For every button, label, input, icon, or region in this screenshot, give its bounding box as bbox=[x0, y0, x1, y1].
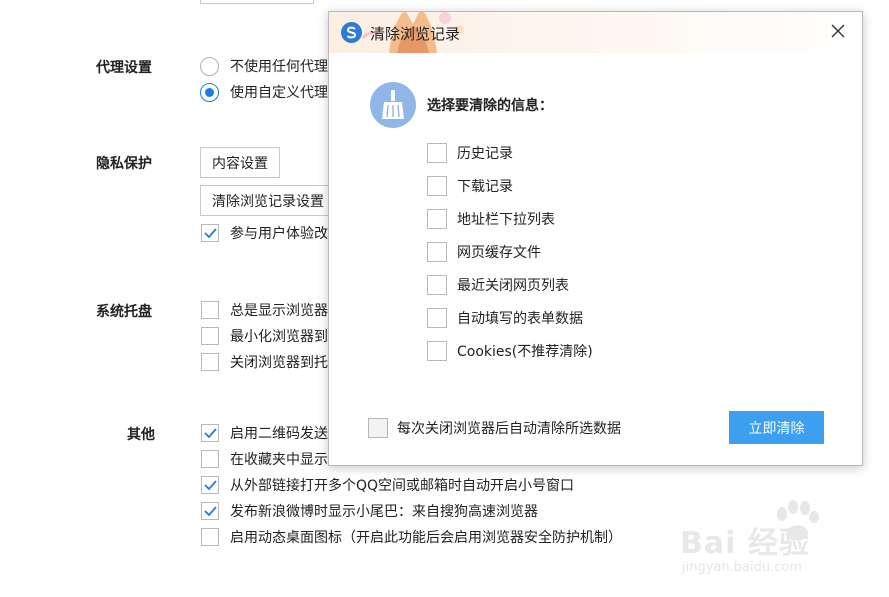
other-item[interactable]: 启用动态桌面图标（开启此功能后会启用浏览器安全防护机制） bbox=[201, 527, 622, 547]
proxy-option-none[interactable]: 不使用任何代理 bbox=[200, 56, 328, 76]
radio-button[interactable] bbox=[200, 56, 219, 76]
option-label: 最近关闭网页列表 bbox=[457, 278, 569, 294]
checkbox[interactable] bbox=[201, 224, 219, 242]
proxy-section-label: 代理设置 bbox=[96, 60, 152, 76]
checkbox-label: 关闭浏览器到托 bbox=[230, 355, 328, 371]
other-section-label: 其他 bbox=[127, 427, 155, 443]
clear-history-settings-button[interactable]: 清除浏览记录设置 bbox=[200, 185, 340, 216]
check-icon bbox=[203, 428, 217, 438]
clear-option-cache[interactable]: 网页缓存文件 bbox=[427, 242, 541, 262]
checkbox-label: 在收藏夹中显示 bbox=[230, 452, 328, 468]
radio-label: 使用自定义代理 bbox=[230, 85, 328, 101]
dialog-heading: 选择要清除的信息： bbox=[427, 98, 553, 114]
checkbox[interactable] bbox=[427, 308, 447, 328]
option-label: 下载记录 bbox=[457, 179, 513, 195]
other-item[interactable]: 发布新浪微博时显示小尾巴：来自搜狗高速浏览器 bbox=[201, 501, 538, 521]
dialog-title: 清除浏览记录 bbox=[370, 25, 461, 43]
radio-button-selected[interactable] bbox=[200, 82, 219, 102]
sogou-browser-logo-icon bbox=[341, 22, 362, 43]
checkbox[interactable] bbox=[201, 301, 219, 319]
checkbox[interactable] bbox=[427, 209, 447, 229]
option-label: 历史记录 bbox=[457, 146, 513, 162]
checkbox[interactable] bbox=[201, 327, 219, 345]
checkbox-label: 发布新浪微博时显示小尾巴：来自搜狗高速浏览器 bbox=[230, 504, 538, 520]
checkbox[interactable] bbox=[201, 528, 219, 546]
tray-item[interactable]: 最小化浏览器到 bbox=[201, 326, 328, 346]
check-icon bbox=[203, 506, 217, 516]
checkbox-label: 启用二维码发送 bbox=[230, 426, 328, 442]
option-label: 自动填写的表单数据 bbox=[457, 311, 583, 327]
checkbox-label: 从外部链接打开多个QQ空间或邮箱时自动开启小号窗口 bbox=[230, 478, 575, 494]
option-label: 地址栏下拉列表 bbox=[457, 212, 555, 228]
privacy-section-label: 隐私保护 bbox=[96, 156, 152, 172]
dialog-titlebar[interactable]: 清除浏览记录 bbox=[329, 12, 862, 53]
checkbox[interactable] bbox=[427, 275, 447, 295]
checkbox[interactable] bbox=[201, 424, 219, 442]
checkbox[interactable] bbox=[201, 502, 219, 520]
checkbox-label: 启用动态桌面图标（开启此功能后会启用浏览器安全防护机制） bbox=[230, 530, 622, 546]
other-item[interactable]: 在收藏夹中显示 bbox=[201, 449, 328, 469]
clear-option-cookies[interactable]: Cookies(不推荐清除) bbox=[427, 341, 593, 361]
proxy-option-custom[interactable]: 使用自定义代理 bbox=[200, 82, 328, 102]
checkbox[interactable] bbox=[427, 143, 447, 163]
baidu-jingyan-watermark: Bai 经验 jingyan.baidu.com bbox=[680, 500, 880, 590]
option-label: 网页缓存文件 bbox=[457, 245, 541, 261]
top-field-fragment bbox=[200, 0, 314, 4]
checkbox[interactable] bbox=[427, 341, 447, 361]
broom-icon bbox=[370, 82, 416, 128]
clear-option-addressbar[interactable]: 地址栏下拉列表 bbox=[427, 209, 555, 229]
clear-option-history[interactable]: 历史记录 bbox=[427, 143, 513, 163]
check-icon bbox=[203, 228, 217, 238]
clear-history-dialog: 清除浏览记录 选择要清除的信息： 历史记录 下载记录 地址栏下拉列表 网页缓存文… bbox=[328, 11, 863, 466]
checkbox[interactable] bbox=[201, 476, 219, 494]
checkbox-label: 最小化浏览器到 bbox=[230, 329, 328, 345]
checkbox-label: 参与用户体验改 bbox=[230, 226, 328, 242]
clear-now-button[interactable]: 立即清除 bbox=[729, 411, 824, 444]
other-item[interactable]: 从外部链接打开多个QQ空间或邮箱时自动开启小号窗口 bbox=[201, 475, 574, 495]
tray-item[interactable]: 关闭浏览器到托 bbox=[201, 352, 328, 372]
checkbox[interactable] bbox=[427, 242, 447, 262]
tray-item[interactable]: 总是显示浏览器 bbox=[201, 300, 328, 320]
check-icon bbox=[203, 480, 217, 490]
ux-program-checkbox-row[interactable]: 参与用户体验改 bbox=[201, 223, 328, 243]
clear-option-recent-closed[interactable]: 最近关闭网页列表 bbox=[427, 275, 569, 295]
checkbox[interactable] bbox=[201, 353, 219, 371]
checkbox[interactable] bbox=[201, 450, 219, 468]
clear-option-downloads[interactable]: 下载记录 bbox=[427, 176, 513, 196]
checkbox[interactable] bbox=[427, 176, 447, 196]
clear-option-form-data[interactable]: 自动填写的表单数据 bbox=[427, 308, 583, 328]
auto-clear-on-exit-row[interactable]: 每次关闭浏览器后自动清除所选数据 bbox=[368, 418, 621, 438]
option-label: Cookies(不推荐清除) bbox=[457, 344, 593, 360]
close-icon[interactable] bbox=[828, 21, 848, 41]
checkbox-label: 总是显示浏览器 bbox=[230, 303, 328, 319]
tray-section-label: 系统托盘 bbox=[96, 304, 152, 320]
radio-label: 不使用任何代理 bbox=[230, 59, 328, 75]
watermark-url: jingyan.baidu.com bbox=[682, 560, 802, 575]
content-settings-button[interactable]: 内容设置 bbox=[200, 147, 280, 178]
other-item[interactable]: 启用二维码发送 bbox=[201, 423, 328, 443]
checkbox[interactable] bbox=[368, 418, 388, 438]
watermark-brand: Bai 经验 bbox=[680, 526, 810, 561]
auto-clear-label: 每次关闭浏览器后自动清除所选数据 bbox=[397, 421, 621, 437]
